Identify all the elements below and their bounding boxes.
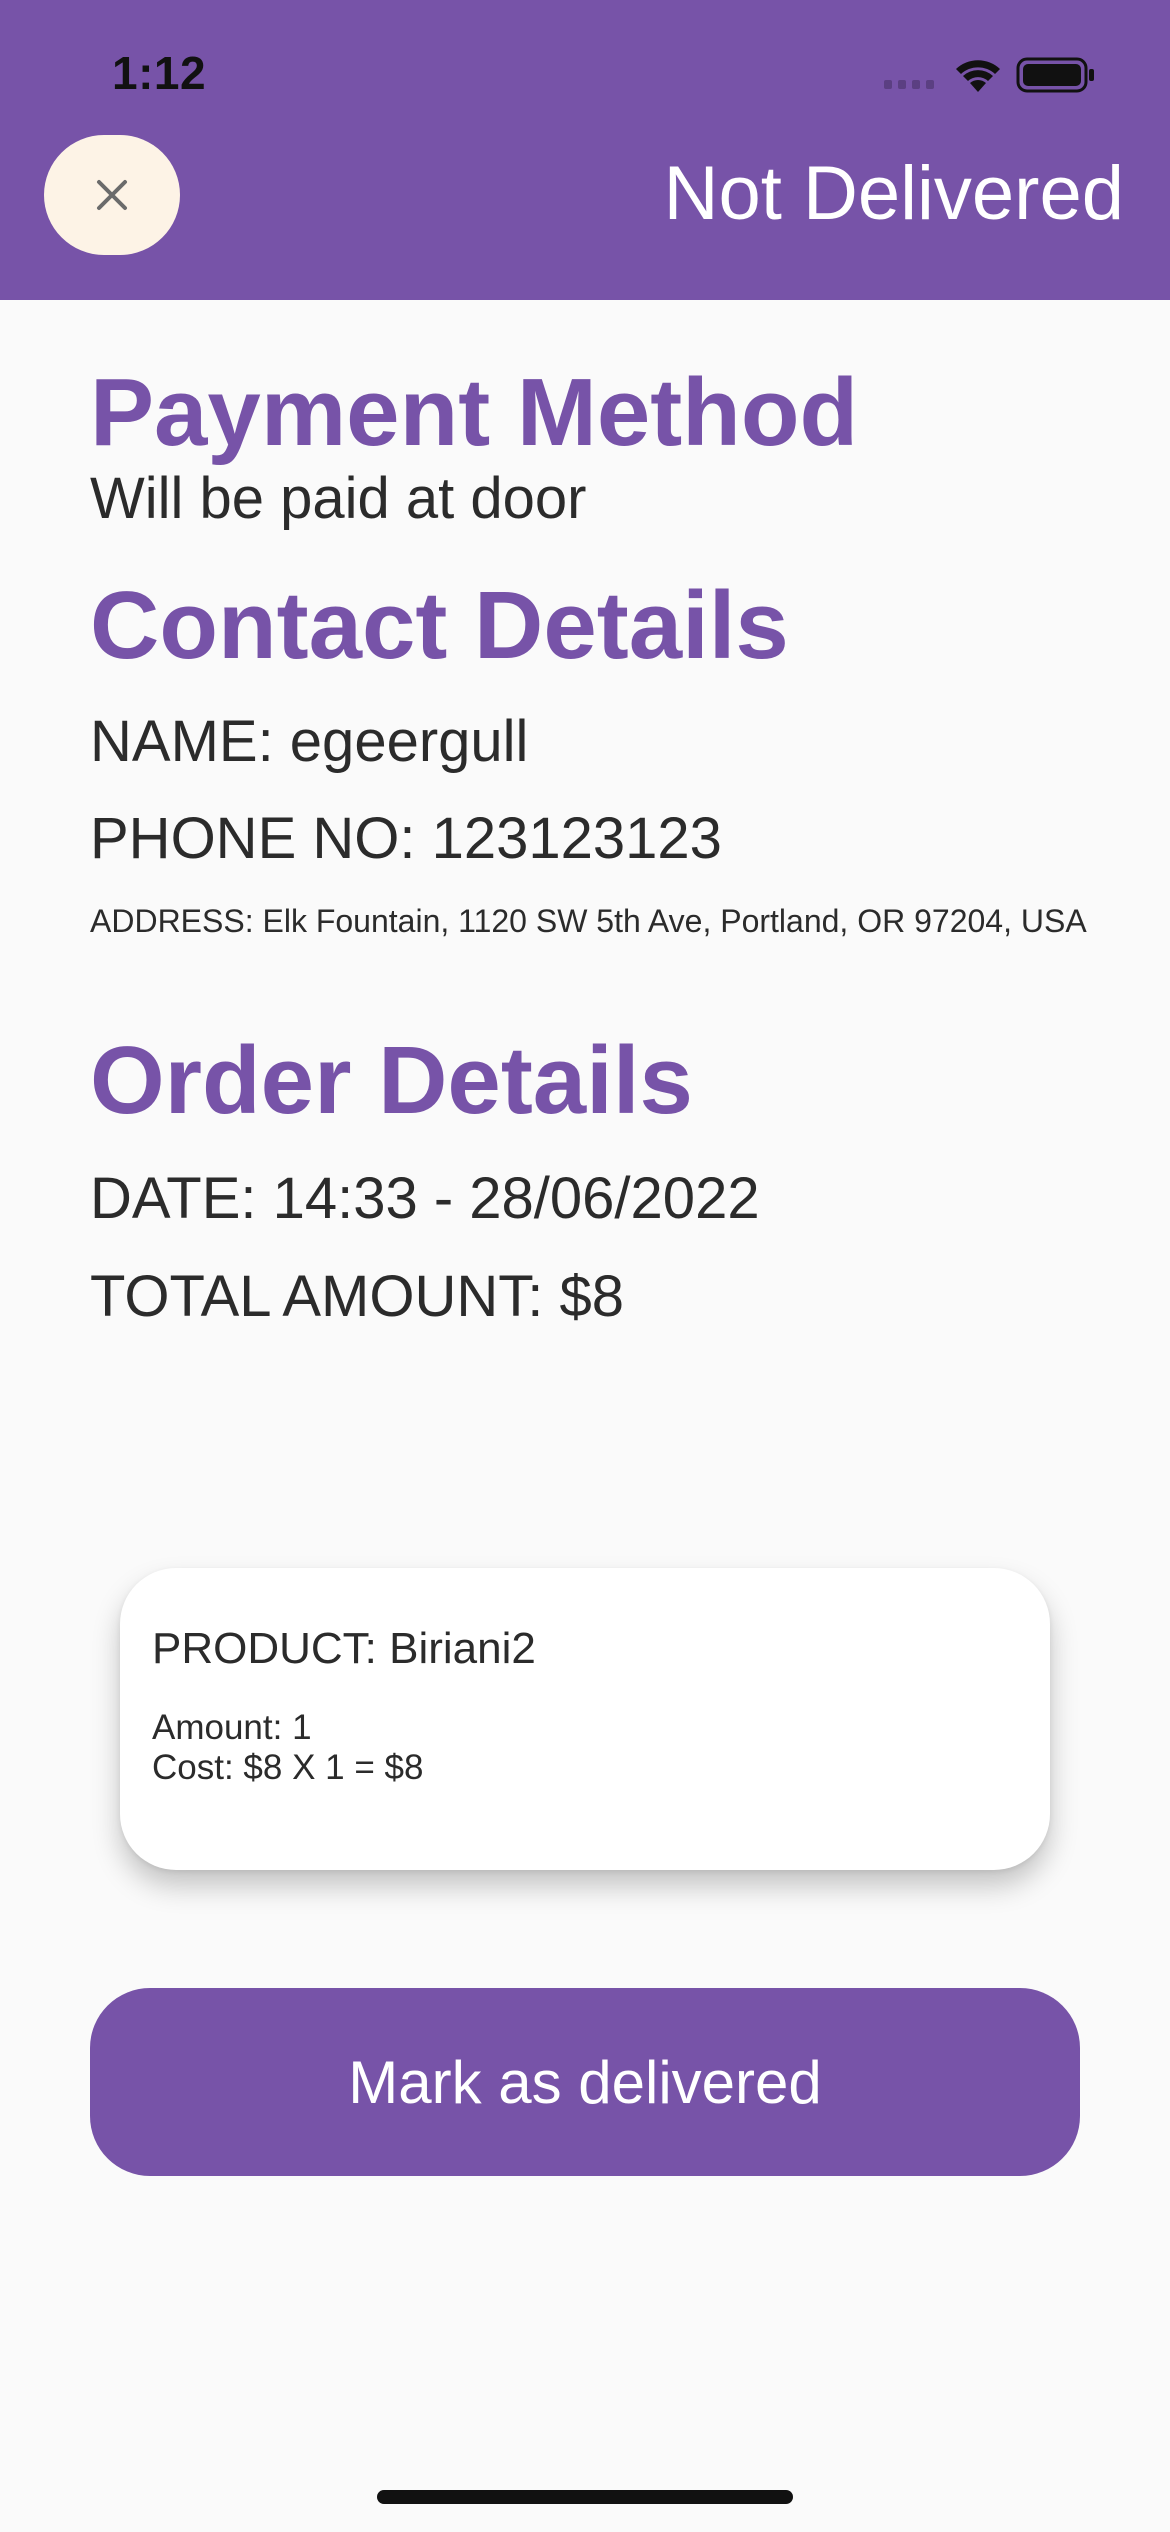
home-indicator[interactable] <box>377 2490 793 2504</box>
app-header: 1:12 Not Delivered <box>0 0 1170 300</box>
product-name: PRODUCT: Biriani2 <box>152 1624 536 1673</box>
order-details-title: Order Details <box>90 1027 693 1135</box>
order-date: DATE: 14:33 - 28/06/2022 <box>90 1165 760 1231</box>
cellular-signal-icon <box>884 80 934 89</box>
product-card: PRODUCT: Biriani2 Amount: 1 Cost: $8 X 1… <box>120 1568 1050 1870</box>
contact-phone: PHONE NO: 123123123 <box>90 806 722 872</box>
status-time: 1:12 <box>112 47 207 99</box>
status-icons <box>884 57 1094 93</box>
payment-method-title: Payment Method <box>90 359 859 466</box>
contact-address: ADDRESS: Elk Fountain, 1120 SW 5th Ave, … <box>90 902 1087 939</box>
order-content: Payment Method Will be paid at door Cont… <box>90 360 1090 1331</box>
wifi-icon <box>956 60 1000 92</box>
product-cost: Cost: $8 X 1 = $8 <box>152 1748 424 1787</box>
battery-icon <box>1016 57 1094 93</box>
contact-details-title: Contact Details <box>90 572 789 680</box>
close-button[interactable] <box>44 135 180 255</box>
order-total: TOTAL AMOUNT: $8 <box>90 1263 624 1329</box>
payment-method-value: Will be paid at door <box>90 465 587 531</box>
product-amount: Amount: 1 <box>152 1708 312 1747</box>
status-bar: 1:12 <box>0 0 1170 140</box>
contact-name: NAME: egeergull <box>90 708 529 774</box>
mark-delivered-button[interactable]: Mark as delivered <box>90 1988 1080 2176</box>
close-icon <box>97 180 127 210</box>
header-title: Not Delivered <box>663 151 1124 236</box>
